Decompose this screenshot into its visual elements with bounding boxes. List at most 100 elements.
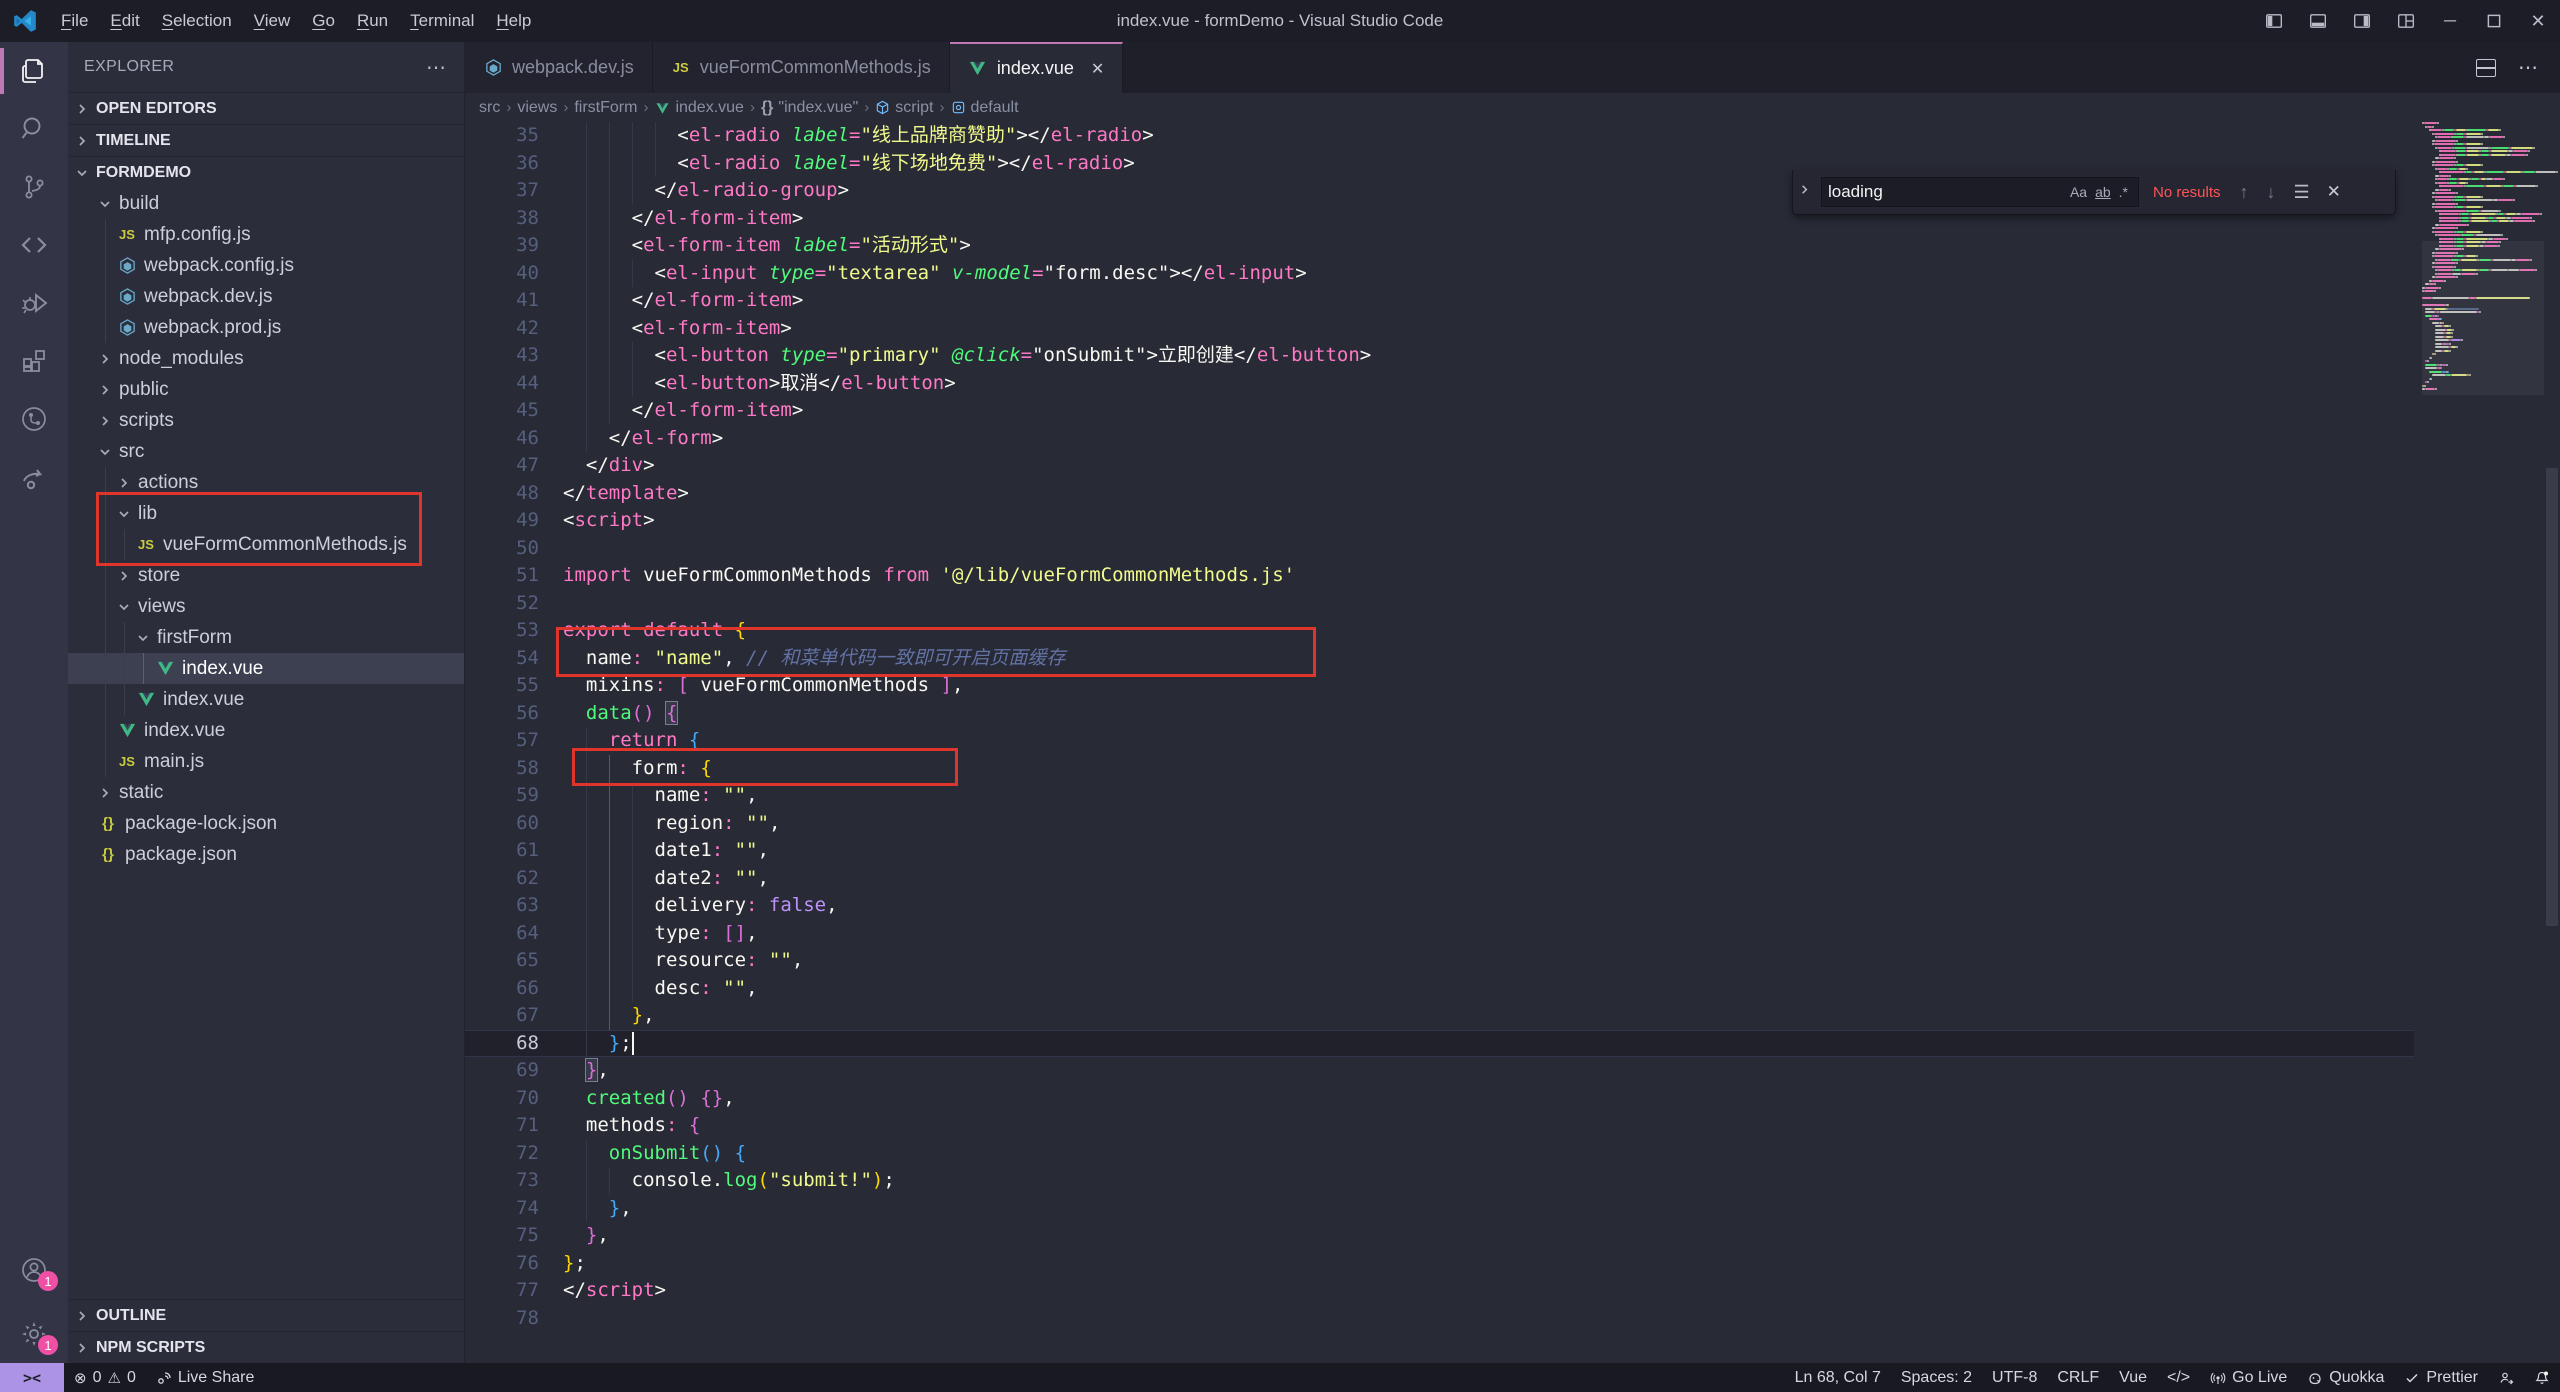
tree-item-node-modules[interactable]: node_modules bbox=[68, 343, 464, 374]
tree-item-webpack.config.js[interactable]: webpack.config.js bbox=[68, 250, 464, 281]
code-line-58[interactable]: 58 form: { bbox=[465, 754, 2414, 782]
close-button[interactable]: ✕ bbox=[2516, 0, 2560, 42]
tab-webpack.dev.js[interactable]: webpack.dev.js bbox=[465, 42, 653, 93]
tree-item-views[interactable]: views bbox=[68, 591, 464, 622]
customize-layout-icon[interactable] bbox=[2384, 0, 2428, 42]
tab-close-icon[interactable]: ✕ bbox=[1091, 59, 1104, 79]
breadcrumb-item-script[interactable]: script bbox=[875, 99, 934, 117]
breadcrumb-item-src[interactable]: src bbox=[479, 99, 500, 117]
live-share-icon[interactable] bbox=[0, 448, 68, 506]
section-npm-scripts[interactable]: NPM SCRIPTS bbox=[68, 1331, 464, 1363]
breadcrumb-item-views[interactable]: views bbox=[517, 99, 557, 117]
breadcrumb-item-index.vue[interactable]: index.vue bbox=[654, 99, 744, 117]
problems-status[interactable]: ⊗ 0 ⚠ 0 bbox=[64, 1363, 146, 1392]
notifications-bell-icon[interactable] bbox=[2534, 1370, 2550, 1386]
code-line-72[interactable]: 72 onSubmit() { bbox=[465, 1139, 2414, 1167]
menu-run[interactable]: Run bbox=[346, 0, 399, 42]
code-line-66[interactable]: 66 desc: "", bbox=[465, 974, 2414, 1002]
tree-item-scripts[interactable]: scripts bbox=[68, 405, 464, 436]
status-eol[interactable]: CRLF bbox=[2047, 1363, 2109, 1392]
run-debug-icon[interactable] bbox=[0, 274, 68, 332]
code-loop-icon[interactable] bbox=[0, 216, 68, 274]
breadcrumb-item-default[interactable]: default bbox=[951, 99, 1019, 117]
code-line-54[interactable]: 54 name: "name", // 和菜单代码一致即可开启页面缓存 bbox=[465, 645, 2414, 673]
status-cursor-position[interactable]: Ln 68, Col 7 bbox=[1785, 1363, 1891, 1392]
menu-file[interactable]: File bbox=[50, 0, 99, 42]
live-share-status[interactable]: Live Share bbox=[146, 1363, 265, 1392]
section-timeline[interactable]: TIMELINE bbox=[68, 124, 464, 156]
code-line-78[interactable]: 78 bbox=[465, 1305, 2414, 1333]
code-line-53[interactable]: 53 export default { bbox=[465, 617, 2414, 645]
code-line-75[interactable]: 75 }, bbox=[465, 1222, 2414, 1250]
settings-gear-icon[interactable]: 1 bbox=[0, 1305, 68, 1363]
code-line-46[interactable]: 46 </el-form> bbox=[465, 424, 2414, 452]
tree-item-mfp.config.js[interactable]: JS mfp.config.js bbox=[68, 219, 464, 250]
extensions-icon[interactable] bbox=[0, 332, 68, 390]
toggle-sidebar-icon[interactable] bbox=[2252, 0, 2296, 42]
menu-help[interactable]: Help bbox=[485, 0, 542, 42]
source-control-icon[interactable] bbox=[0, 158, 68, 216]
find-close-icon[interactable]: ✕ bbox=[2323, 182, 2345, 202]
status-encoding[interactable]: UTF-8 bbox=[1982, 1363, 2047, 1392]
regex-icon[interactable]: .* bbox=[2115, 184, 2132, 200]
find-collapse-icon[interactable] bbox=[1797, 182, 1813, 202]
explorer-icon[interactable] bbox=[0, 42, 68, 100]
code-line-73[interactable]: 73 console.log("submit!"); bbox=[465, 1167, 2414, 1195]
tab-index.vue[interactable]: index.vue ✕ bbox=[949, 42, 1124, 93]
code-line-57[interactable]: 57 return { bbox=[465, 727, 2414, 755]
menu-terminal[interactable]: Terminal bbox=[399, 0, 485, 42]
code-line-70[interactable]: 70 created() {}, bbox=[465, 1085, 2414, 1113]
tree-item-package.json[interactable]: {} package.json bbox=[68, 839, 464, 870]
tree-item-index.vue[interactable]: index.vue bbox=[68, 715, 464, 746]
code-line-56[interactable]: 56 data() { bbox=[465, 700, 2414, 728]
code-line-60[interactable]: 60 region: "", bbox=[465, 809, 2414, 837]
code-line-43[interactable]: 43 <el-button type="primary" @click="onS… bbox=[465, 342, 2414, 370]
code-line-48[interactable]: 48 </template> bbox=[465, 480, 2414, 508]
code-line-42[interactable]: 42 <el-form-item> bbox=[465, 314, 2414, 342]
match-case-icon[interactable]: Aa bbox=[2066, 184, 2091, 200]
gitlens-icon[interactable] bbox=[0, 390, 68, 448]
code-line-55[interactable]: 55 mixins: [ vueFormCommonMethods ], bbox=[465, 672, 2414, 700]
tree-item-index.vue[interactable]: index.vue bbox=[68, 684, 464, 715]
code-line-45[interactable]: 45 </el-form-item> bbox=[465, 397, 2414, 425]
tree-item-public[interactable]: public bbox=[68, 374, 464, 405]
status-indentation[interactable]: Spaces: 2 bbox=[1891, 1363, 1982, 1392]
code-line-74[interactable]: 74 }, bbox=[465, 1194, 2414, 1222]
tab-vueformcommonmethods.js[interactable]: JS vueFormCommonMethods.js bbox=[652, 42, 950, 93]
code-line-61[interactable]: 61 date1: "", bbox=[465, 837, 2414, 865]
code-line-62[interactable]: 62 date2: "", bbox=[465, 864, 2414, 892]
section-outline[interactable]: OUTLINE bbox=[68, 1299, 464, 1331]
tree-item-package-lock.json[interactable]: {} package-lock.json bbox=[68, 808, 464, 839]
code-line-67[interactable]: 67 }, bbox=[465, 1002, 2414, 1030]
code-line-49[interactable]: 49 <script> bbox=[465, 507, 2414, 535]
tree-item-vueformcommonmethods.js[interactable]: JS vueFormCommonMethods.js bbox=[68, 529, 464, 560]
tree-item-index.vue[interactable]: index.vue bbox=[68, 653, 464, 684]
code-line-52[interactable]: 52 bbox=[465, 590, 2414, 618]
code-line-47[interactable]: 47 </div> bbox=[465, 452, 2414, 480]
minimize-button[interactable]: ─ bbox=[2428, 0, 2472, 42]
code-line-59[interactable]: 59 name: "", bbox=[465, 782, 2414, 810]
minimap-viewport[interactable] bbox=[2422, 241, 2544, 395]
code-line-68[interactable]: 68 }; bbox=[465, 1029, 2414, 1057]
code-line-64[interactable]: 64 type: [], bbox=[465, 919, 2414, 947]
tree-item-main.js[interactable]: JS main.js bbox=[68, 746, 464, 777]
tree-item-static[interactable]: static bbox=[68, 777, 464, 808]
menu-go[interactable]: Go bbox=[301, 0, 346, 42]
feedback-person-icon[interactable] bbox=[2498, 1370, 2514, 1386]
tree-item-src[interactable]: src bbox=[68, 436, 464, 467]
code-line-71[interactable]: 71 methods: { bbox=[465, 1112, 2414, 1140]
menu-edit[interactable]: Edit bbox=[99, 0, 150, 42]
code-line-41[interactable]: 41 </el-form-item> bbox=[465, 287, 2414, 315]
tree-item-lib[interactable]: lib bbox=[68, 498, 464, 529]
search-icon[interactable] bbox=[0, 100, 68, 158]
find-input[interactable]: loading Aa ab .* bbox=[1821, 177, 2139, 207]
tree-item-store[interactable]: store bbox=[68, 560, 464, 591]
menu-view[interactable]: View bbox=[243, 0, 302, 42]
status-language-mode[interactable]: Vue bbox=[2109, 1363, 2157, 1392]
code-editor[interactable]: 35 <el-radio label="线上品牌商赞助"></el-radio>… bbox=[465, 122, 2560, 1363]
breadcrumb-item--index.vue-[interactable]: {} "index.vue" bbox=[761, 99, 858, 117]
tree-item-webpack.prod.js[interactable]: webpack.prod.js bbox=[68, 312, 464, 343]
find-next-icon[interactable]: ↓ bbox=[2262, 182, 2281, 203]
code-line-51[interactable]: 51 import vueFormCommonMethods from '@/li… bbox=[465, 562, 2414, 590]
split-editor-icon[interactable] bbox=[2476, 58, 2496, 77]
